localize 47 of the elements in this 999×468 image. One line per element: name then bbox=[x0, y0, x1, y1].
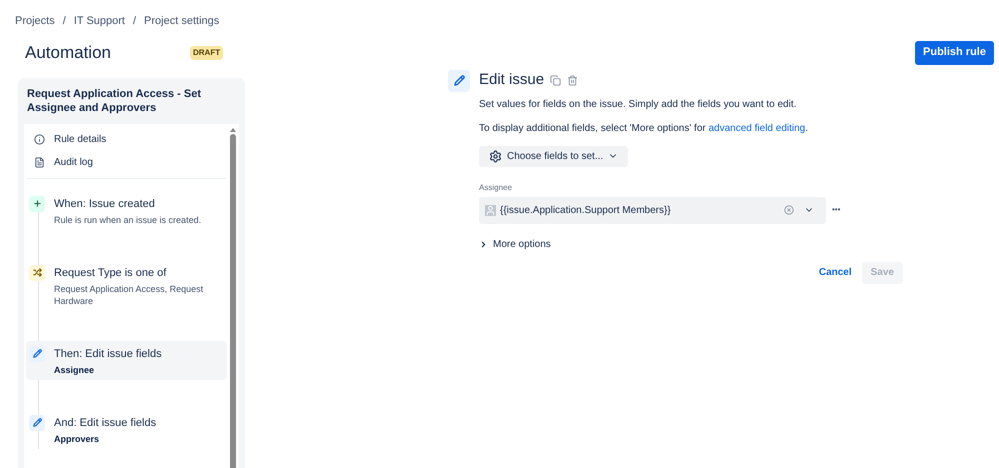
rule-step[interactable]: Request Type is one of Request Application Access, Request Hardware bbox=[26, 260, 227, 310]
step-title: Request Type is one of bbox=[54, 266, 168, 280]
status-badge: DRAFT bbox=[190, 46, 224, 60]
rule-nav-item[interactable]: Audit log bbox=[26, 150, 227, 174]
step-title: Then: Edit issue fields bbox=[54, 346, 162, 362]
rule-step[interactable]: Then: Edit issue fields Assignee bbox=[26, 340, 227, 380]
more-button[interactable]: ••• bbox=[832, 204, 840, 216]
rule-step[interactable]: When: Issue created Rule is run when an issue is created. bbox=[26, 190, 227, 230]
editor-hint: To display additional fields, select 'More options' for advanced field editing. bbox=[479, 122, 810, 136]
breadcrumb-link[interactable]: Projects bbox=[15, 13, 55, 30]
scroll-up-icon[interactable] bbox=[230, 128, 236, 132]
step-title: When: Issue created bbox=[54, 196, 156, 212]
info-icon bbox=[34, 134, 45, 144]
breadcrumb-separator: / bbox=[132, 14, 136, 29]
rule-step[interactable]: And: Edit issue fields Approvers bbox=[26, 410, 227, 448]
rule-nav-item[interactable]: Rule details bbox=[26, 128, 227, 150]
chevron-right-icon bbox=[479, 240, 488, 248]
document-icon bbox=[34, 156, 45, 168]
page-title: Automation bbox=[25, 42, 112, 64]
step-detail: Request Application Access, Request Hardware bbox=[54, 282, 204, 306]
copy-icon[interactable] bbox=[550, 75, 562, 86]
clear-icon[interactable] bbox=[784, 205, 794, 215]
breadcrumb-link[interactable]: Project settings bbox=[144, 13, 220, 30]
settings-icon bbox=[489, 150, 502, 162]
editor-description: Set values for fields on the issue. Simply add the fields you want to edit. bbox=[479, 98, 798, 112]
field-label: Assignee bbox=[479, 182, 513, 194]
pencil-icon bbox=[448, 70, 470, 92]
editor-title: Edit issue bbox=[479, 70, 544, 90]
step-detail: Rule is run when an issue is created. bbox=[54, 214, 202, 226]
advanced-editing-link[interactable]: advanced field editing bbox=[708, 122, 806, 134]
rule-title: Request Application Access - Set Assignee and Approvers bbox=[26, 86, 202, 116]
shuffle-icon bbox=[29, 264, 45, 280]
breadcrumb-link[interactable]: IT Support bbox=[74, 13, 125, 30]
assignee-field[interactable]: {{issue.Application.Support Members}} bbox=[479, 196, 826, 224]
plus-icon bbox=[29, 196, 45, 212]
delete-icon[interactable] bbox=[567, 75, 578, 86]
publish-button[interactable]: Publish rule bbox=[915, 40, 994, 64]
step-detail: Assignee bbox=[54, 364, 96, 376]
breadcrumb-separator: / bbox=[62, 14, 66, 29]
step-title: And: Edit issue fields bbox=[54, 416, 156, 430]
cancel-button[interactable]: Cancel bbox=[818, 265, 852, 280]
user-icon bbox=[485, 204, 496, 216]
more-options-toggle[interactable]: More options bbox=[479, 236, 551, 252]
step-detail: Approvers bbox=[54, 432, 100, 444]
choose-fields-button[interactable]: Choose fields to set... bbox=[479, 146, 628, 166]
pencil-icon bbox=[29, 414, 45, 430]
pencil-icon bbox=[29, 346, 45, 362]
